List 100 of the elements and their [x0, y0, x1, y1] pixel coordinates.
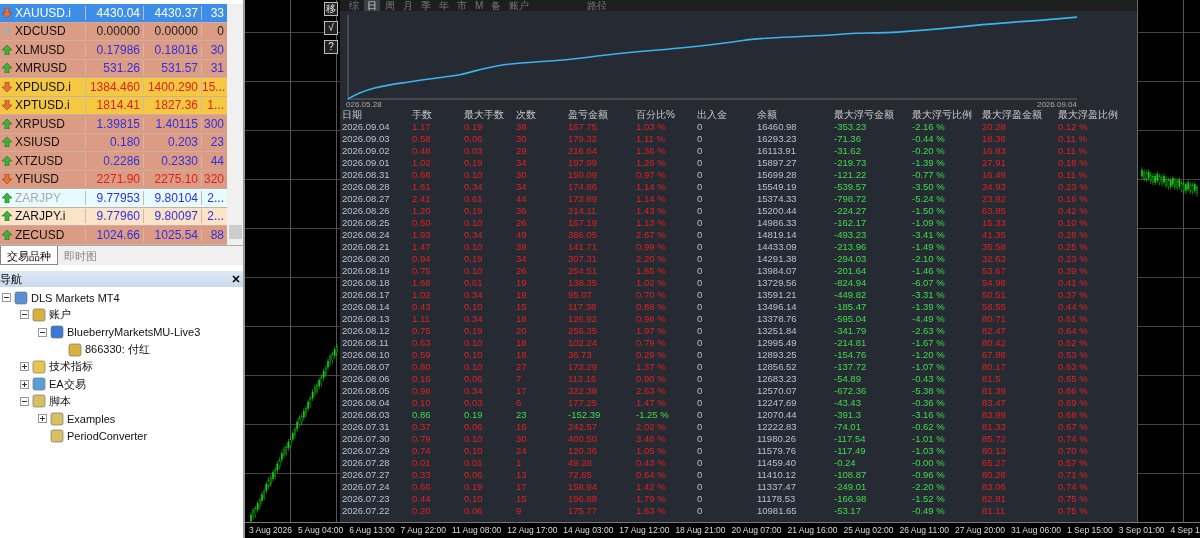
table-cell-text: 36.73 — [568, 349, 593, 361]
table-cell-text: 0 — [697, 229, 704, 241]
close-icon[interactable] — [232, 275, 240, 283]
side-button[interactable]: ? — [324, 40, 338, 54]
scrollbar[interactable] — [227, 4, 243, 245]
panel-tab[interactable]: 交易品种 — [0, 246, 58, 265]
table-cell-text: 15897.27 — [757, 157, 798, 169]
table-cell-text: 0.03 — [464, 397, 484, 409]
period-tab[interactable]: 账户 — [506, 0, 533, 11]
symbol-name: XTZUSD — [15, 153, 63, 168]
table-cell-text: 0.11 % — [1058, 133, 1088, 145]
table-cell-text: 0.06 — [464, 505, 484, 517]
table-cell-text: 1.36 % — [636, 145, 667, 157]
table-cell-text: 12570.07 — [757, 385, 798, 397]
symbol-row[interactable]: XLMUSD 0.17986 0.18016 30 — [0, 41, 227, 60]
table-cell-text: 0 — [697, 337, 704, 349]
side-button[interactable]: √ — [324, 21, 338, 35]
up-arrow-icon — [2, 192, 12, 203]
table-cell-text: 0.10 — [412, 397, 432, 409]
period-tab[interactable]: 路径 — [584, 0, 611, 11]
table-cell-text: -117.49 — [834, 445, 867, 457]
symbol-name: YFIUSD — [15, 172, 59, 187]
table-cell-text: 81.11 — [982, 505, 1007, 517]
tree-item[interactable]: PeriodConverter — [67, 430, 148, 442]
period-tab[interactable]: 综 — [346, 0, 362, 11]
period-tab[interactable]: 市 — [454, 0, 470, 11]
table-cell-text: 0.48 — [412, 145, 432, 157]
table-cell-text: -539.57 — [834, 181, 868, 193]
symbol-name: XPTUSD.i — [15, 98, 70, 113]
up-arrow-icon — [2, 229, 12, 240]
table-cell-text: 38 — [516, 121, 528, 133]
table-cell-text: 85.72 — [982, 433, 1007, 445]
period-tab[interactable]: 周 — [382, 0, 398, 11]
table-cell-text: 12683.23 — [757, 373, 798, 385]
minus-icon[interactable] — [38, 327, 47, 337]
tree-item[interactable]: 866330: 付红 — [85, 342, 150, 358]
time-label: 1 Sep 15:00 — [1066, 524, 1113, 537]
table-cell-text: 72.65 — [568, 469, 593, 481]
tree-item[interactable]: 账户 — [49, 307, 71, 323]
table-cell-text: 24 — [516, 445, 528, 457]
period-tab[interactable]: 季 — [418, 0, 434, 11]
side-button[interactable]: 移 — [324, 2, 338, 16]
table-cell-text: 0.96 % — [636, 313, 667, 325]
table-cell-text: 15374.33 — [757, 193, 798, 205]
bid-price: 2271.90 — [85, 172, 143, 187]
table-cell-text: 0.12 % — [1058, 121, 1089, 133]
table-cell-text: 2026.08.12 — [342, 325, 391, 337]
table-cell-text: -2.20 % — [912, 481, 946, 493]
period-tab[interactable]: 备 — [488, 0, 505, 11]
table-cell-text: 173.29 — [568, 361, 599, 373]
table-cell-text: 0.99 % — [636, 241, 667, 253]
period-tab[interactable]: 年 — [436, 0, 452, 11]
table-cell-text: 34 — [516, 253, 528, 265]
down-arrow-icon — [2, 100, 12, 111]
symbol-row[interactable]: ZECUSD 1024.66 1025.54 88 — [0, 226, 227, 245]
table-cell-text: 0.44 — [412, 493, 432, 505]
plus-icon[interactable] — [20, 379, 29, 389]
minus-icon[interactable] — [20, 310, 29, 320]
symbol-name: XLMUSD — [15, 42, 65, 57]
table-cell-text: 173.89 — [568, 193, 599, 205]
period-tab[interactable]: M — [472, 0, 487, 11]
up-arrow-icon — [2, 44, 12, 55]
tree-item[interactable]: DLS Markets MT4 — [31, 291, 120, 304]
table-cell-text: -1.50 % — [912, 205, 946, 217]
table-cell-text: 254.51 — [568, 265, 599, 277]
table-cell-text: -1.20 % — [912, 349, 946, 361]
period-tab[interactable]: 月 — [400, 0, 416, 11]
time-label: 20 Aug 07:00 — [731, 524, 782, 537]
table-cell-text: 12247.69 — [757, 397, 798, 409]
minus-icon[interactable] — [2, 293, 11, 303]
bid-price: 0.2286 — [85, 153, 143, 168]
table-cell-text: 0 — [697, 445, 704, 457]
table-cell-text: 1.13 % — [636, 217, 667, 229]
symbol-row[interactable]: XPDUSD.i 1384.460 1400.290 15... — [0, 78, 227, 97]
table-cell-text: -2.10 % — [912, 253, 946, 265]
table-cell-text: 0.19 — [464, 121, 484, 133]
table-cell-text: 16460.98 — [757, 121, 798, 133]
period-tab[interactable]: 日 — [364, 0, 380, 11]
table-cell-text: 0.96 — [412, 385, 432, 397]
time-label: 17 Aug 12:00 — [619, 524, 670, 537]
tree-item[interactable]: BlueberryMarketsMU-Live3 — [67, 326, 201, 339]
table-cell-text: 2026.09.01 — [342, 157, 391, 169]
tree-item[interactable]: EA交易 — [49, 376, 86, 392]
table-cell-text: 18.38 — [982, 133, 1007, 145]
plus-icon[interactable] — [38, 414, 47, 424]
minus-icon[interactable] — [20, 396, 29, 406]
table-cell-text: 196.88 — [568, 493, 599, 505]
tree-item[interactable]: 脚本 — [49, 393, 71, 409]
table-cell-text: 0 — [697, 301, 704, 313]
table-cell-text: 1.02 — [412, 157, 432, 169]
plus-icon[interactable] — [20, 362, 29, 372]
symbol-row[interactable]: XTZUSD 0.2286 0.2330 44 — [0, 152, 227, 171]
tree-item[interactable]: Examples — [67, 412, 116, 425]
table-cell-text: 0.34 — [464, 289, 484, 301]
table-cell-text: 0.97 % — [636, 169, 667, 181]
table-cell-text: 0 — [697, 349, 704, 361]
ask-price: 2275.10 — [143, 172, 201, 187]
symbol-row[interactable]: XRPUSD 1.39815 1.40115 300 — [0, 115, 227, 134]
tree-item[interactable]: 技术指标 — [49, 359, 93, 375]
table-cell-text: 0.37 — [412, 421, 432, 433]
